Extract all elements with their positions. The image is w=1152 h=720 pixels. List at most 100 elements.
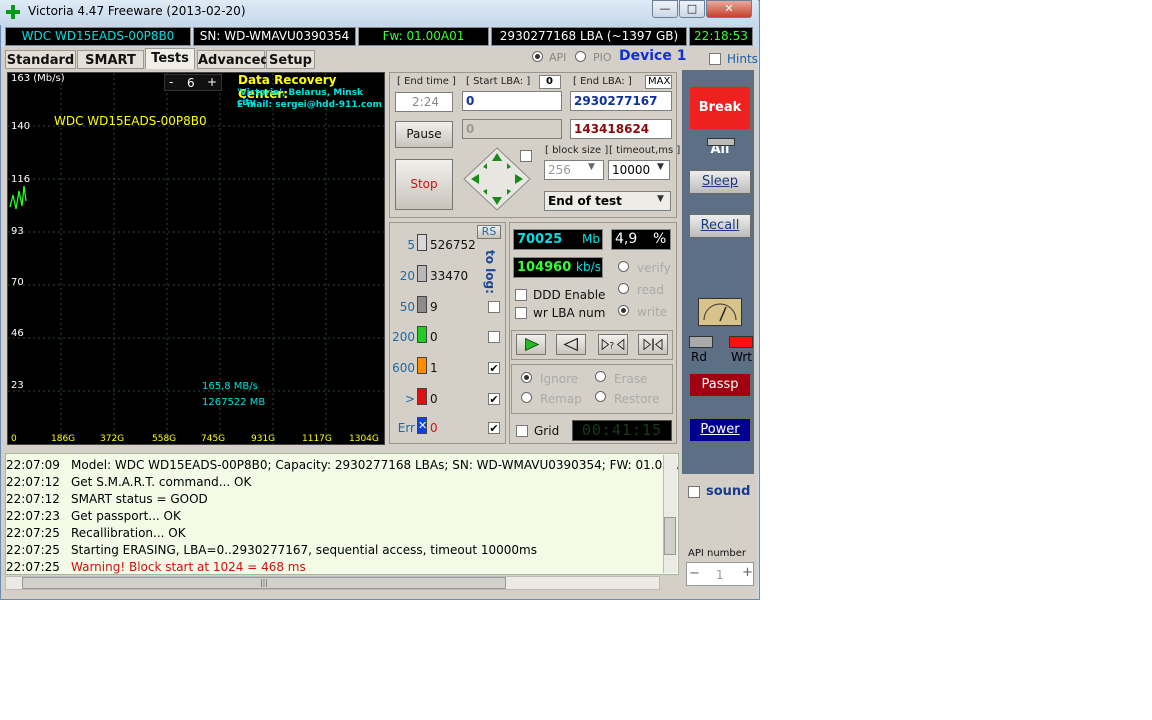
log-time: 22:07:23	[6, 509, 60, 523]
y-tick: 140	[11, 121, 31, 132]
close-button[interactable]: ✕	[706, 0, 752, 18]
restore-radio[interactable]	[595, 391, 606, 402]
grid-label: Grid	[534, 424, 560, 438]
stat-label: 200	[392, 330, 415, 344]
end-lba-field[interactable]: 2930277167	[570, 91, 672, 111]
dpad-checkbox[interactable]	[520, 150, 532, 162]
zoom-plus-button[interactable]: +	[207, 75, 217, 89]
title-bar: Victoria 4.47 Freeware (2013-02-20) — □ …	[0, 0, 758, 25]
seek-end-icon[interactable]	[638, 334, 668, 355]
device-label[interactable]: Device 1	[619, 48, 686, 64]
ignore-radio[interactable]	[521, 372, 532, 383]
ignore-label: Ignore	[540, 372, 579, 386]
ddd-enable-checkbox[interactable]	[515, 289, 527, 301]
read-indicator	[689, 336, 713, 348]
api-number-value[interactable]: 1	[716, 568, 724, 582]
zoom-minus-button[interactable]: -	[169, 75, 173, 89]
erase-radio[interactable]	[595, 371, 606, 382]
read-label: read	[637, 283, 665, 297]
tab-advanced[interactable]: Advanced	[197, 50, 270, 69]
log-50-checkbox[interactable]	[488, 301, 500, 313]
start-lba-zero-button[interactable]: 0	[539, 75, 561, 89]
mb-readout: 1267522 MB	[202, 397, 266, 408]
stat-bar	[417, 234, 427, 251]
log-line: 22:07:12 Get S.M.A.R.T. command... OK	[6, 475, 251, 489]
sleep-button[interactable]: Sleep	[689, 170, 751, 194]
stat-bar	[417, 357, 427, 374]
wr-lba-num-checkbox[interactable]	[515, 307, 527, 319]
y-tick: 23	[11, 380, 24, 391]
svg-text:?: ?	[609, 342, 614, 352]
power-button[interactable]: Power	[689, 418, 751, 442]
pause-button[interactable]: Pause	[395, 121, 453, 148]
elapsed-timer: 00:41:15	[572, 420, 672, 441]
api-label: API	[549, 51, 567, 64]
log-line: 22:07:25 Recallibration... OK	[6, 526, 186, 540]
minimize-button[interactable]: —	[652, 0, 678, 18]
rewind-icon[interactable]	[556, 334, 586, 355]
drive-lba: 2930277168 LBA (~1397 GB)	[491, 27, 687, 46]
stat-value: 0	[430, 392, 438, 406]
log-vertical-thumb[interactable]	[664, 517, 676, 555]
break-all-button[interactable]: Break All	[689, 86, 751, 157]
error-bar: ✕	[417, 417, 428, 434]
start-lba-field[interactable]: 0	[462, 91, 562, 111]
log-err-checkbox[interactable]: ✔	[488, 422, 500, 434]
log-over-checkbox[interactable]: ✔	[488, 393, 500, 405]
stat-bar	[417, 265, 427, 282]
hints-checkbox[interactable]	[709, 53, 721, 65]
end-time-field[interactable]: 2:24	[395, 92, 453, 112]
tab-standard[interactable]: Standard	[5, 50, 76, 69]
grid-checkbox[interactable]	[516, 425, 528, 437]
verify-radio[interactable]	[618, 261, 629, 272]
hints-label: Hints	[727, 52, 758, 66]
log-time: 22:07:09	[6, 458, 60, 472]
recall-button[interactable]: Recall	[689, 214, 751, 238]
stat-label: 50	[399, 300, 415, 314]
tab-tests[interactable]: Tests	[145, 48, 195, 69]
stat-label: Err	[397, 421, 415, 435]
pio-radio[interactable]	[575, 51, 586, 62]
graph-grid	[8, 73, 384, 444]
end-action-select[interactable]: End of test	[544, 191, 671, 211]
log-600-checkbox[interactable]: ✔	[488, 362, 500, 374]
sound-checkbox[interactable]	[688, 486, 700, 498]
log-line: 22:07:23 Get passport... OK	[6, 509, 181, 523]
restore-label: Restore	[614, 392, 660, 406]
tab-setup[interactable]: Setup	[266, 50, 315, 69]
reset-stats-button[interactable]: RS	[477, 225, 501, 239]
tab-smart[interactable]: SMART	[77, 50, 144, 69]
log-text: Starting ERASING, LBA=0..2930277167, seq…	[71, 543, 537, 557]
stat-value: 1	[430, 361, 438, 375]
window-title: Victoria 4.47 Freeware (2013-02-20)	[28, 4, 246, 18]
stat-value: 526752	[430, 238, 476, 252]
log-horizontal-thumb[interactable]: |||	[22, 577, 506, 589]
log-line: 22:07:25 Starting ERASING, LBA=0..2930277…	[6, 543, 537, 557]
end-time-label: [ End time ]	[397, 76, 456, 87]
stat-bar	[417, 388, 427, 405]
log-vertical-scrollbar[interactable]	[663, 455, 677, 573]
timeout-label: [ timeout,ms ]	[609, 145, 681, 156]
write-radio[interactable]	[618, 305, 629, 316]
passp-button[interactable]: Passp	[689, 373, 751, 397]
victoria-logo-icon	[6, 5, 20, 19]
block-size-select[interactable]: 256	[544, 160, 604, 180]
api-radio[interactable]	[532, 51, 543, 62]
api-number-decrement[interactable]: −	[689, 566, 700, 581]
remap-radio[interactable]	[521, 392, 532, 403]
maximize-button[interactable]: □	[679, 0, 705, 18]
zoom-value: 6	[187, 76, 195, 90]
read-radio[interactable]	[618, 283, 629, 294]
stop-button[interactable]: Stop	[395, 159, 453, 210]
stat-value: 33470	[430, 269, 469, 283]
graph-unit-label: 163 (Mb/s)	[11, 73, 65, 84]
clock: 22:18:53	[689, 27, 753, 46]
seek-random-icon[interactable]: ?	[598, 334, 628, 355]
repair-mode-group	[511, 364, 673, 414]
pio-label: PIO	[593, 51, 612, 64]
log-200-checkbox[interactable]	[488, 331, 500, 343]
speed-trace	[9, 185, 27, 210]
play-icon[interactable]	[516, 334, 546, 355]
end-lba-max-button[interactable]: MAX	[645, 75, 672, 89]
api-number-increment[interactable]: +	[742, 565, 753, 580]
